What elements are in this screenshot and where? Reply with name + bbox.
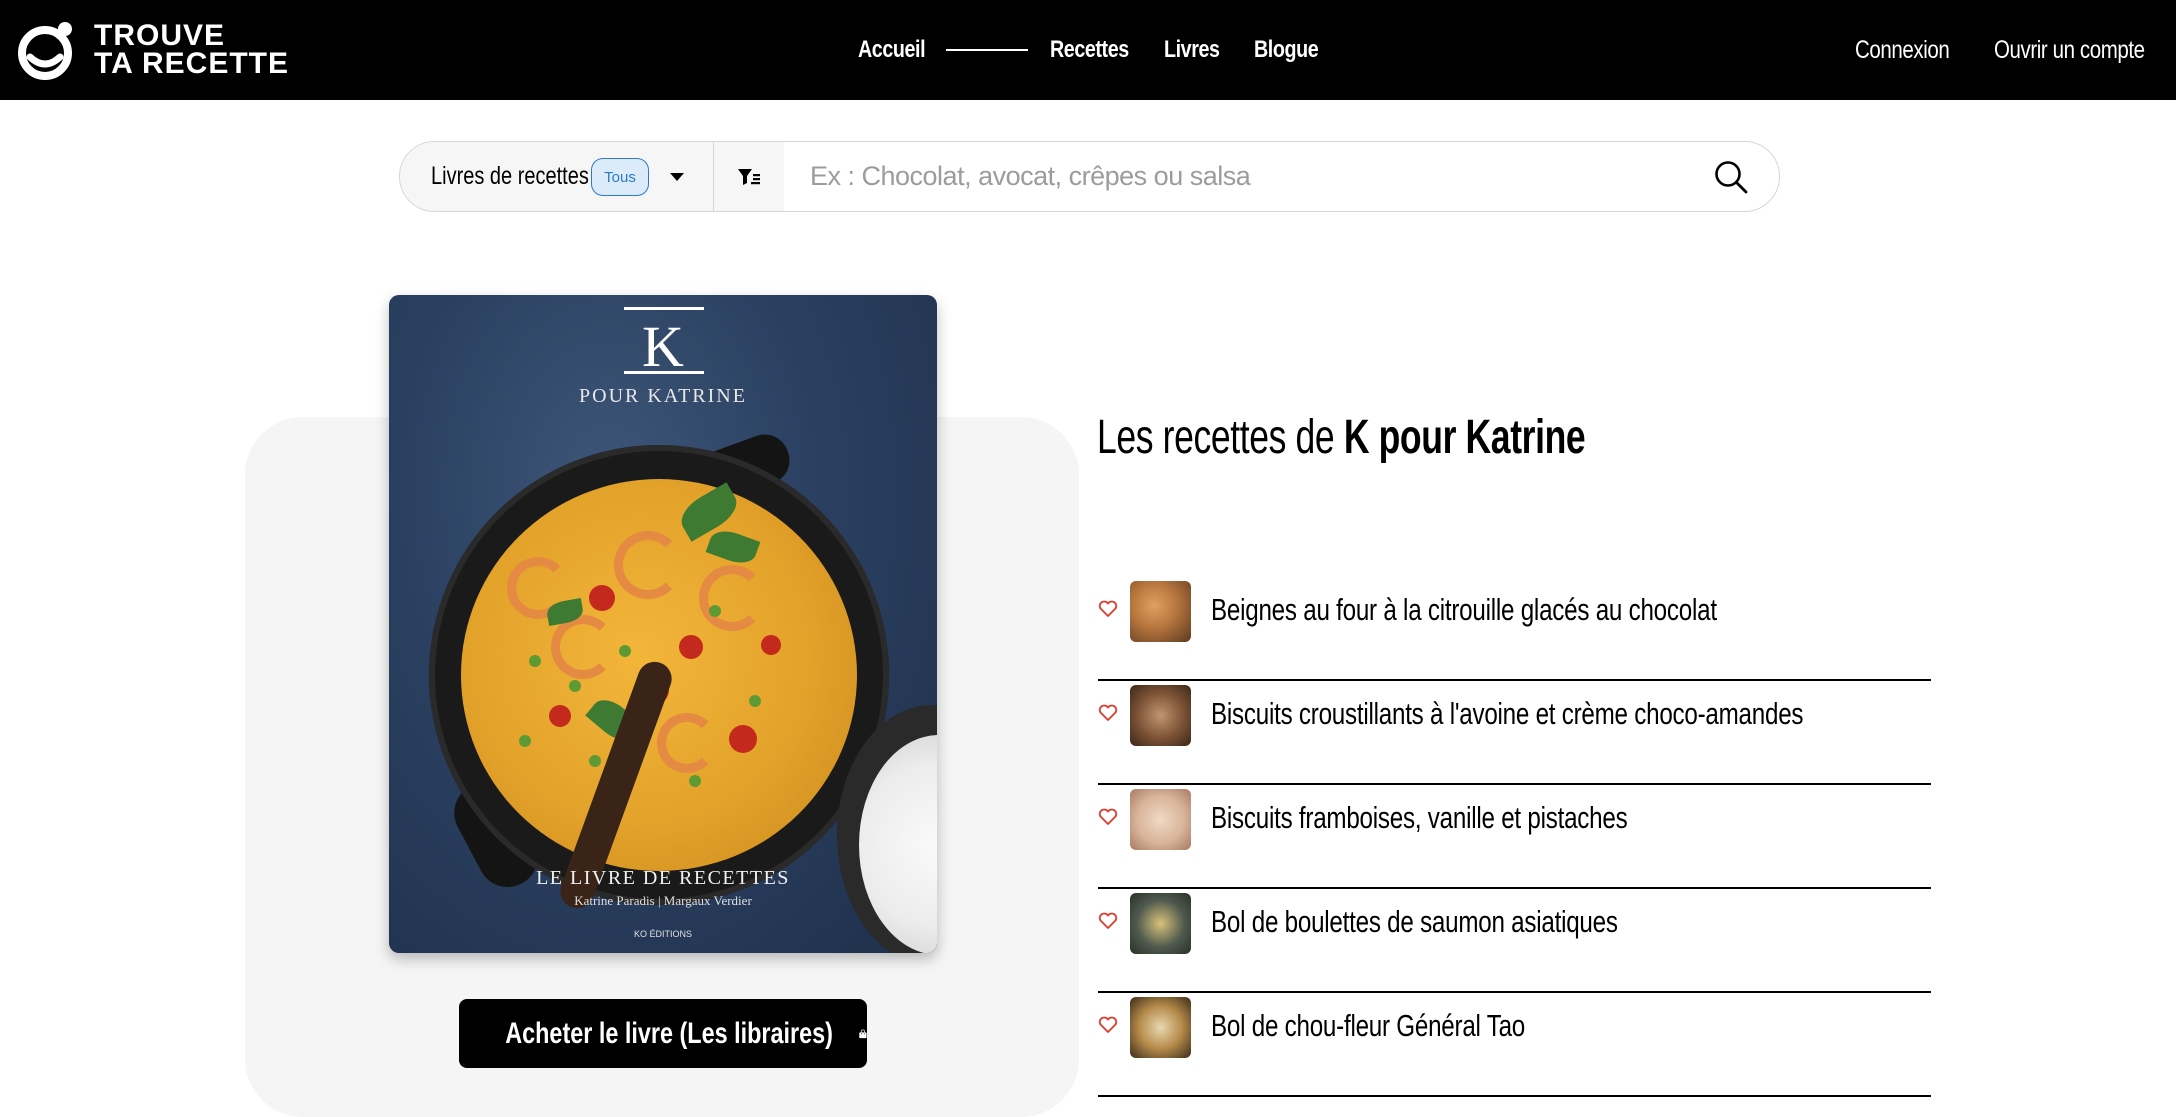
shopping-bag-icon: [859, 1029, 867, 1038]
cover-subtitle: POUR KATRINE: [579, 385, 747, 407]
recipe-title[interactable]: Bol de chou-fleur Général Tao: [1211, 1008, 1525, 1044]
pea: [519, 735, 531, 747]
heart-icon[interactable]: [1098, 600, 1118, 618]
pea: [619, 645, 631, 657]
cover-rule-top: [624, 307, 704, 310]
tomato: [589, 585, 615, 611]
search-bar: Livres de recettes Tous: [399, 141, 1780, 212]
buy-book-label: Acheter le livre (Les libraires): [505, 1016, 833, 1050]
recipe-list: Beignes au four à la citrouille glacés a…: [1098, 578, 1931, 1098]
search-type-dropdown[interactable]: Livres de recettes Tous: [400, 142, 714, 211]
recipe-row[interactable]: Biscuits croustillants à l'avoine et crè…: [1098, 682, 1931, 785]
tomato: [761, 635, 781, 655]
pea: [529, 655, 541, 667]
cover-title: LE LIVRE DE RECETTES: [536, 867, 790, 889]
search-input[interactable]: [784, 142, 1664, 211]
tomato: [729, 725, 757, 753]
nav-books[interactable]: Livres: [1164, 36, 1220, 64]
recipe-thumbnail[interactable]: [1130, 789, 1191, 850]
pea: [689, 775, 701, 787]
recipe-thumbnail[interactable]: [1130, 997, 1191, 1058]
chevron-down-icon: [670, 173, 684, 181]
shrimp: [614, 531, 682, 599]
recipe-row[interactable]: Bol de boulettes de saumon asiatiques: [1098, 890, 1931, 993]
cover-rule-bottom: [624, 371, 704, 374]
logo-text: TROUVE TA RECETTE: [94, 19, 289, 80]
cover-publisher: KO ÉDITIONS: [633, 929, 692, 939]
cover-letter: K: [642, 314, 684, 379]
recipe-title[interactable]: Beignes au four à la citrouille glacés a…: [1211, 592, 1717, 628]
page-title-book: K pour Katrine: [1343, 411, 1586, 464]
recipe-title[interactable]: Biscuits croustillants à l'avoine et crè…: [1211, 696, 1803, 732]
pea: [749, 695, 761, 707]
filter-icon: [738, 168, 760, 185]
login-link[interactable]: Connexion: [1855, 36, 1950, 65]
tomato: [549, 705, 571, 727]
nav-home[interactable]: Accueil: [858, 36, 926, 64]
recipe-thumbnail[interactable]: [1130, 893, 1191, 954]
pea: [709, 605, 721, 617]
heart-icon[interactable]: [1098, 912, 1118, 930]
heart-icon[interactable]: [1098, 808, 1118, 826]
nav-blog[interactable]: Blogue: [1254, 36, 1319, 64]
filter-button[interactable]: [714, 142, 785, 211]
shrimp: [551, 615, 615, 679]
cover-authors: Katrine Paradis | Margaux Verdier: [574, 893, 752, 908]
page-title: Les recettes de K pour Katrine: [1097, 410, 1586, 470]
top-navbar: TROUVE TA RECETTE Accueil Recettes Livre…: [0, 0, 2176, 100]
signup-link[interactable]: Ouvrir un compte: [1994, 36, 2145, 65]
pea: [589, 755, 601, 767]
search-icon[interactable]: [1713, 159, 1749, 195]
recipe-row[interactable]: Beignes au four à la citrouille glacés a…: [1098, 578, 1931, 681]
filter-badge: Tous: [591, 158, 649, 196]
recipe-thumbnail[interactable]: [1130, 581, 1191, 642]
heart-icon[interactable]: [1098, 704, 1118, 722]
buy-book-button[interactable]: Acheter le livre (Les libraires): [459, 999, 867, 1068]
page-title-prefix: Les recettes de: [1097, 411, 1344, 464]
recipe-title[interactable]: Biscuits framboises, vanille et pistache…: [1211, 800, 1628, 836]
main-nav: Accueil Recettes Livres Blogue: [858, 28, 1332, 72]
recipe-row[interactable]: Bol de chou-fleur Général Tao: [1098, 994, 1931, 1097]
nav-recipes[interactable]: Recettes: [1050, 36, 1129, 64]
shrimp: [657, 713, 717, 773]
recipe-row[interactable]: Biscuits framboises, vanille et pistache…: [1098, 786, 1931, 889]
logo-icon: [18, 22, 72, 80]
heart-icon[interactable]: [1098, 1016, 1118, 1034]
book-cover-image: K POUR KATRINE LE LIVRE DE RECETTES Katr…: [389, 295, 937, 953]
site-logo[interactable]: TROUVE TA RECETTE: [17, 18, 289, 82]
logo-line-2: TA RECETTE: [94, 47, 289, 80]
pea: [569, 680, 581, 692]
search-type-label: Livres de recettes: [431, 162, 589, 190]
account-nav: Connexion Ouvrir un compte: [1855, 28, 2145, 72]
shrimp: [699, 565, 765, 631]
nav-active-indicator: [945, 49, 1028, 51]
recipe-thumbnail[interactable]: [1130, 685, 1191, 746]
recipe-title[interactable]: Bol de boulettes de saumon asiatiques: [1211, 904, 1618, 940]
tomato: [679, 635, 703, 659]
logo-line-1: TROUVE: [94, 19, 226, 52]
